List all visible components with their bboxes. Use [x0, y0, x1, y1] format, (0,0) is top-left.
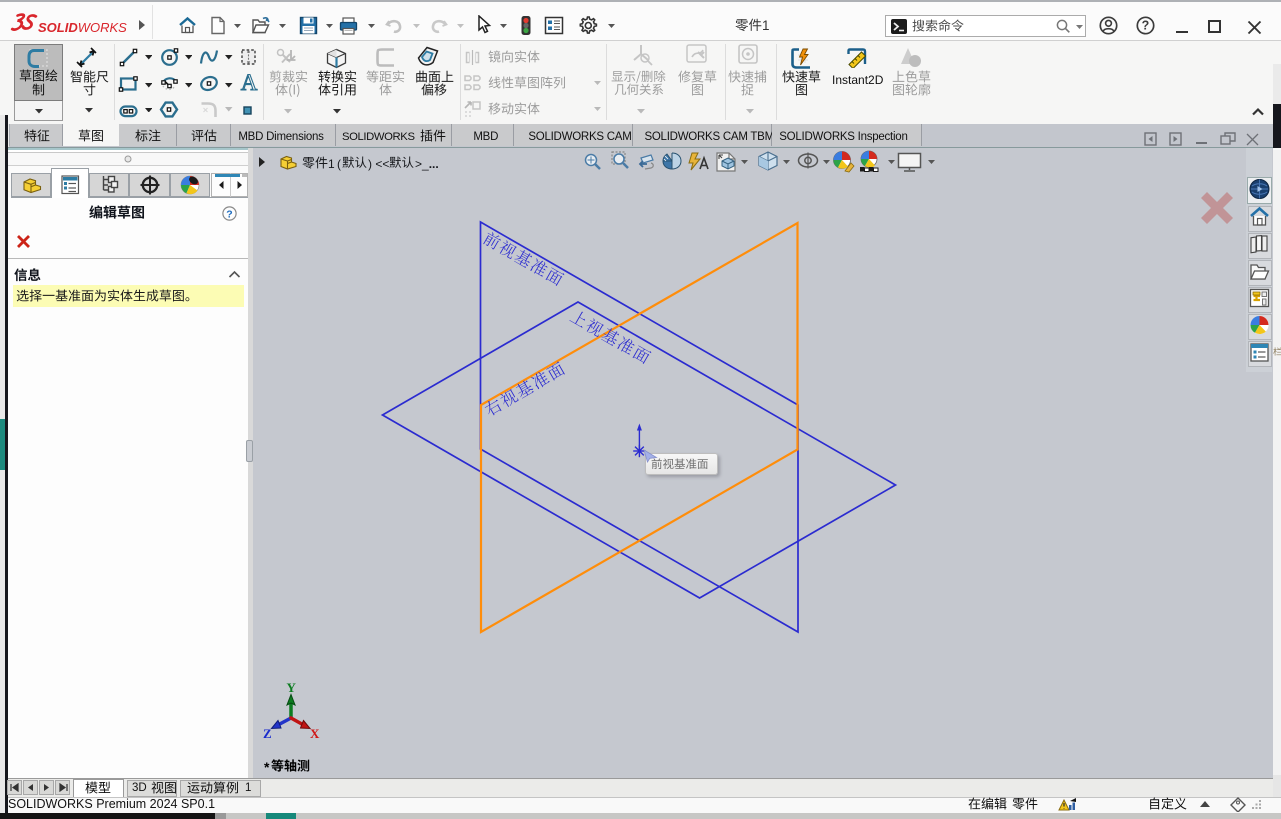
- svg-text:X: X: [310, 726, 320, 741]
- svg-text:?: ?: [226, 209, 232, 221]
- svg-text:?: ?: [1142, 19, 1150, 33]
- svg-text:Z: Z: [263, 726, 272, 741]
- svg-text:Y: Y: [287, 680, 297, 695]
- svg-text:A: A: [240, 71, 257, 93]
